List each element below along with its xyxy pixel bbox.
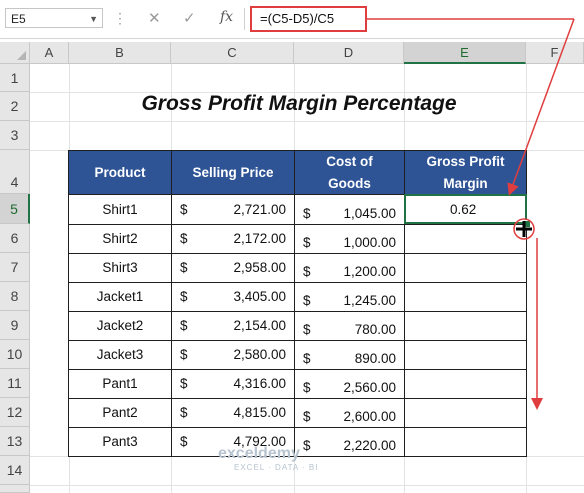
annotation-layer — [367, 18, 575, 410]
watermark-name: exceldemy — [218, 445, 300, 462]
watermark-tagline: EXCEL · DATA · BI — [234, 463, 319, 472]
plus-cursor-icon — [516, 221, 532, 237]
arrow-down-icon — [507, 18, 575, 196]
watermark-logo: exceldemy EXCEL · DATA · BI — [218, 445, 318, 472]
